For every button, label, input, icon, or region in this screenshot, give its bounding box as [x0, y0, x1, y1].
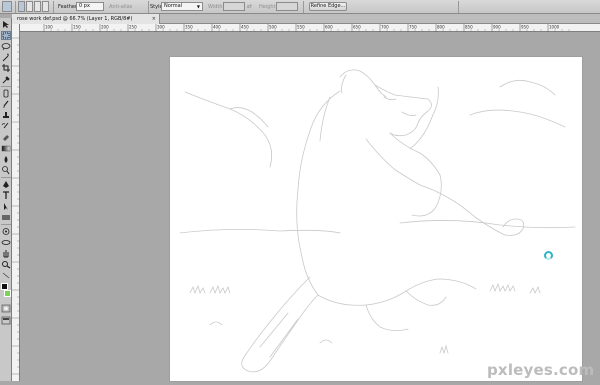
height-label: Height: [259, 4, 278, 10]
horizontal-ruler[interactable]: 100 150 200 250 300 350 400 450 500 550 600 650 700 7… [20, 24, 600, 32]
options-separator [15, 1, 16, 13]
ruler-label: 300 [157, 25, 165, 30]
subtract-from-selection-icon[interactable] [34, 1, 41, 12]
ruler-label: 1000 [549, 25, 560, 30]
document-tab-title: rose work def.psd @ 66.7% (Layer 1, RGB/… [17, 16, 133, 22]
chevron-down-icon: ▼ [196, 4, 200, 9]
brush-tool-icon[interactable] [1, 100, 11, 109]
ruler-ticks: 100 150 200 250 300 350 400 450 500 550 600 650 700 7… [43, 24, 570, 32]
marquee-tool-preset-icon[interactable] [2, 1, 12, 12]
vertical-ruler[interactable] [12, 24, 20, 381]
eyedropper-tool-icon[interactable] [1, 75, 11, 84]
ruler-label: 900 [493, 25, 501, 30]
ruler-label: 850 [465, 25, 473, 30]
options-separator [458, 1, 459, 13]
width-label: Width: [208, 4, 225, 10]
screen-mode-icon[interactable] [1, 316, 11, 325]
history-brush-tool-icon[interactable] [1, 122, 11, 131]
style-select-value: Normal [164, 3, 183, 9]
lasso-tool-icon[interactable] [1, 42, 11, 51]
crop-tool-icon[interactable] [1, 64, 11, 73]
options-bar: Feather: 0 px Anti-alias Style: Normal ▼ … [0, 0, 600, 14]
ruler-label: 100 [45, 25, 53, 30]
ruler-label: 150 [73, 25, 81, 30]
options-separator [148, 1, 149, 13]
ruler-label: 350 [185, 25, 193, 30]
tools-separator [1, 86, 11, 87]
width-input[interactable] [223, 2, 245, 11]
gradient-tool-icon[interactable] [1, 144, 11, 153]
foreground-color-swatch[interactable] [1, 283, 8, 290]
add-to-selection-icon[interactable] [26, 1, 33, 12]
zoom-tool-icon[interactable] [1, 260, 11, 269]
feather-input[interactable]: 0 px [76, 2, 104, 11]
tools-separator [1, 224, 11, 225]
anti-alias-checkbox-label[interactable]: Anti-alias [109, 2, 132, 12]
magic-wand-tool-icon[interactable] [1, 53, 11, 62]
rectangle-tool-icon[interactable] [1, 213, 11, 222]
clone-stamp-tool-icon[interactable] [1, 111, 11, 120]
3d-rotate-tool-icon[interactable] [1, 227, 11, 236]
3d-orbit-tool-icon[interactable] [1, 238, 11, 247]
document-canvas[interactable] [170, 57, 582, 381]
ruler-label: 650 [353, 25, 361, 30]
ruler-label: 400 [213, 25, 221, 30]
eraser-tool-icon[interactable] [1, 133, 11, 142]
hand-tool-icon[interactable] [1, 249, 11, 258]
options-separator [53, 1, 54, 13]
ruler-label: 450 [241, 25, 249, 30]
ruler-ticks [12, 37, 20, 375]
blur-tool-icon[interactable] [1, 155, 11, 164]
ruler-label: 550 [297, 25, 305, 30]
document-tab-bar: rose work def.psd @ 66.7% (Layer 1, RGB/… [12, 14, 600, 24]
ruler-label: 500 [269, 25, 277, 30]
type-tool-icon[interactable] [1, 191, 11, 200]
busy-cursor-icon [544, 251, 553, 260]
swap-width-height-icon[interactable]: ⇄ [247, 2, 252, 12]
refine-edge-button[interactable]: Refine Edge... [309, 2, 347, 11]
watermark: pxleyes.com [487, 361, 595, 379]
quick-mask-icon[interactable] [1, 304, 11, 313]
switch-colors-icon[interactable] [1, 271, 11, 280]
ruler-label: 750 [409, 25, 417, 30]
pen-tool-icon[interactable] [1, 180, 11, 189]
background-color-swatch[interactable] [4, 290, 11, 297]
close-icon[interactable]: × [152, 14, 156, 24]
height-input[interactable] [276, 2, 298, 11]
rectangular-marquee-tool-icon[interactable] [1, 31, 11, 40]
bear-sketch-artwork [179, 69, 576, 373]
dodge-tool-icon[interactable] [1, 166, 11, 175]
ruler-label: 950 [521, 25, 529, 30]
intersect-selection-icon[interactable] [42, 1, 49, 12]
ruler-label: 700 [381, 25, 389, 30]
ruler-label: 600 [325, 25, 333, 30]
path-selection-tool-icon[interactable] [1, 202, 11, 211]
move-tool-icon[interactable] [1, 20, 11, 29]
document-tab[interactable]: rose work def.psd @ 66.7% (Layer 1, RGB/… [12, 14, 160, 24]
options-separator [303, 1, 304, 13]
ruler-label: 800 [437, 25, 445, 30]
tools-separator [1, 177, 11, 178]
spot-healing-brush-icon[interactable] [1, 89, 11, 98]
tools-panel-grip[interactable] [0, 14, 12, 18]
ruler-label: 250 [129, 25, 137, 30]
ruler-label: 200 [101, 25, 109, 30]
tools-panel [0, 14, 12, 381]
style-select[interactable]: Normal ▼ [161, 2, 203, 11]
new-selection-icon[interactable] [18, 1, 25, 12]
